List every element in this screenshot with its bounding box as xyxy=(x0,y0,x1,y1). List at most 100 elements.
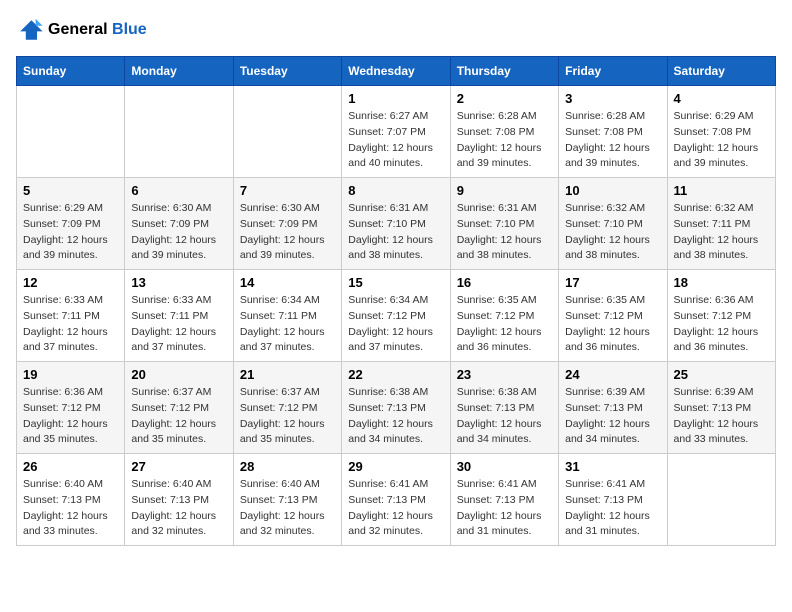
calendar-cell: 21 Sunrise: 6:37 AMSunset: 7:12 PMDayligh… xyxy=(233,362,341,454)
day-detail: Sunrise: 6:29 AMSunset: 7:09 PMDaylight:… xyxy=(23,201,118,264)
day-detail: Sunrise: 6:41 AMSunset: 7:13 PMDaylight:… xyxy=(457,477,552,540)
calendar-cell: 24 Sunrise: 6:39 AMSunset: 7:13 PMDayligh… xyxy=(559,362,667,454)
calendar-cell: 27Sunrise: 6:40 AMSunset: 7:13 PMDayligh… xyxy=(125,454,233,546)
day-detail: Sunrise: 6:31 AMSunset: 7:10 PMDaylight:… xyxy=(348,201,443,264)
day-detail: Sunrise: 6:38 AMSunset: 7:13 PMDaylight:… xyxy=(457,385,552,448)
day-number: 8 xyxy=(348,183,443,198)
calendar-cell: 25 Sunrise: 6:39 AMSunset: 7:13 PMDayligh… xyxy=(667,362,775,454)
calendar-cell: 7Sunrise: 6:30 AMSunset: 7:09 PMDaylight… xyxy=(233,178,341,270)
day-number: 22 xyxy=(348,367,443,382)
day-detail: Sunrise: 6:40 AMSunset: 7:13 PMDaylight:… xyxy=(23,477,118,540)
day-number: 21 xyxy=(240,367,335,382)
day-number: 31 xyxy=(565,459,660,474)
day-detail: Sunrise: 6:41 AMSunset: 7:13 PMDaylight:… xyxy=(565,477,660,540)
calendar-table: SundayMondayTuesdayWednesdayThursdayFrid… xyxy=(16,56,776,546)
day-number: 4 xyxy=(674,91,769,106)
day-number: 18 xyxy=(674,275,769,290)
day-detail: Sunrise: 6:33 AMSunset: 7:11 PMDaylight:… xyxy=(131,293,226,356)
calendar-cell: 31 Sunrise: 6:41 AMSunset: 7:13 PMDayligh… xyxy=(559,454,667,546)
day-detail: Sunrise: 6:36 AMSunset: 7:12 PMDaylight:… xyxy=(23,385,118,448)
calendar-cell: 4 Sunrise: 6:29 AMSunset: 7:08 PMDaylight… xyxy=(667,86,775,178)
calendar-cell xyxy=(17,86,125,178)
weekday-header: Friday xyxy=(559,57,667,86)
day-detail: Sunrise: 6:34 AMSunset: 7:12 PMDaylight:… xyxy=(348,293,443,356)
calendar-cell: 8 Sunrise: 6:31 AMSunset: 7:10 PMDaylight… xyxy=(342,178,450,270)
day-number: 14 xyxy=(240,275,335,290)
day-number: 19 xyxy=(23,367,118,382)
calendar-cell: 26 Sunrise: 6:40 AMSunset: 7:13 PMDayligh… xyxy=(17,454,125,546)
calendar-cell: 30 Sunrise: 6:41 AMSunset: 7:13 PMDayligh… xyxy=(450,454,558,546)
day-detail: Sunrise: 6:34 AMSunset: 7:11 PMDaylight:… xyxy=(240,293,335,356)
day-number: 24 xyxy=(565,367,660,382)
day-detail: Sunrise: 6:41 AMSunset: 7:13 PMDaylight:… xyxy=(348,477,443,540)
calendar-week-row: 26 Sunrise: 6:40 AMSunset: 7:13 PMDayligh… xyxy=(17,454,776,546)
calendar-cell: 6Sunrise: 6:30 AMSunset: 7:09 PMDaylight… xyxy=(125,178,233,270)
day-number: 12 xyxy=(23,275,118,290)
day-number: 6 xyxy=(131,183,226,198)
calendar-cell: 16Sunrise: 6:35 AMSunset: 7:12 PMDayligh… xyxy=(450,270,558,362)
day-detail: Sunrise: 6:38 AMSunset: 7:13 PMDaylight:… xyxy=(348,385,443,448)
day-detail: Sunrise: 6:39 AMSunset: 7:13 PMDaylight:… xyxy=(674,385,769,448)
calendar-cell: 9 Sunrise: 6:31 AMSunset: 7:10 PMDaylight… xyxy=(450,178,558,270)
calendar-cell xyxy=(233,86,341,178)
day-detail: Sunrise: 6:32 AMSunset: 7:10 PMDaylight:… xyxy=(565,201,660,264)
calendar-week-row: 12 Sunrise: 6:33 AMSunset: 7:11 PMDayligh… xyxy=(17,270,776,362)
day-number: 26 xyxy=(23,459,118,474)
day-detail: Sunrise: 6:29 AMSunset: 7:08 PMDaylight:… xyxy=(674,109,769,172)
logo: General Blue xyxy=(16,16,147,44)
day-number: 5 xyxy=(23,183,118,198)
logo-text: General Blue xyxy=(48,21,147,39)
day-detail: Sunrise: 6:31 AMSunset: 7:10 PMDaylight:… xyxy=(457,201,552,264)
day-detail: Sunrise: 6:35 AMSunset: 7:12 PMDaylight:… xyxy=(565,293,660,356)
calendar-cell: 12 Sunrise: 6:33 AMSunset: 7:11 PMDayligh… xyxy=(17,270,125,362)
day-number: 7 xyxy=(240,183,335,198)
day-detail: Sunrise: 6:28 AMSunset: 7:08 PMDaylight:… xyxy=(565,109,660,172)
calendar-cell: 14 Sunrise: 6:34 AMSunset: 7:11 PMDayligh… xyxy=(233,270,341,362)
calendar-cell: 28 Sunrise: 6:40 AMSunset: 7:13 PMDayligh… xyxy=(233,454,341,546)
day-detail: Sunrise: 6:28 AMSunset: 7:08 PMDaylight:… xyxy=(457,109,552,172)
weekday-header: Monday xyxy=(125,57,233,86)
day-number: 29 xyxy=(348,459,443,474)
weekday-header: Thursday xyxy=(450,57,558,86)
logo-icon xyxy=(16,16,44,44)
calendar-cell: 19 Sunrise: 6:36 AMSunset: 7:12 PMDayligh… xyxy=(17,362,125,454)
day-number: 15 xyxy=(348,275,443,290)
day-number: 30 xyxy=(457,459,552,474)
day-number: 9 xyxy=(457,183,552,198)
calendar-cell: 29 Sunrise: 6:41 AMSunset: 7:13 PMDayligh… xyxy=(342,454,450,546)
weekday-header-row: SundayMondayTuesdayWednesdayThursdayFrid… xyxy=(17,57,776,86)
day-number: 28 xyxy=(240,459,335,474)
day-number: 13 xyxy=(131,275,226,290)
day-number: 3 xyxy=(565,91,660,106)
calendar-cell: 23 Sunrise: 6:38 AMSunset: 7:13 PMDayligh… xyxy=(450,362,558,454)
day-detail: Sunrise: 6:39 AMSunset: 7:13 PMDaylight:… xyxy=(565,385,660,448)
calendar-week-row: 1 Sunrise: 6:27 AMSunset: 7:07 PMDaylight… xyxy=(17,86,776,178)
day-detail: Sunrise: 6:27 AMSunset: 7:07 PMDaylight:… xyxy=(348,109,443,172)
day-detail: Sunrise: 6:37 AMSunset: 7:12 PMDaylight:… xyxy=(131,385,226,448)
day-detail: Sunrise: 6:40 AMSunset: 7:13 PMDaylight:… xyxy=(240,477,335,540)
calendar-cell: 5 Sunrise: 6:29 AMSunset: 7:09 PMDaylight… xyxy=(17,178,125,270)
day-number: 23 xyxy=(457,367,552,382)
day-detail: Sunrise: 6:36 AMSunset: 7:12 PMDaylight:… xyxy=(674,293,769,356)
day-detail: Sunrise: 6:32 AMSunset: 7:11 PMDaylight:… xyxy=(674,201,769,264)
weekday-header: Sunday xyxy=(17,57,125,86)
weekday-header: Tuesday xyxy=(233,57,341,86)
day-detail: Sunrise: 6:37 AMSunset: 7:12 PMDaylight:… xyxy=(240,385,335,448)
calendar-cell: 1 Sunrise: 6:27 AMSunset: 7:07 PMDaylight… xyxy=(342,86,450,178)
day-number: 17 xyxy=(565,275,660,290)
day-number: 25 xyxy=(674,367,769,382)
calendar-cell: 10Sunrise: 6:32 AMSunset: 7:10 PMDayligh… xyxy=(559,178,667,270)
day-number: 1 xyxy=(348,91,443,106)
calendar-week-row: 19 Sunrise: 6:36 AMSunset: 7:12 PMDayligh… xyxy=(17,362,776,454)
page-header: General Blue xyxy=(16,16,776,44)
calendar-cell: 13 Sunrise: 6:33 AMSunset: 7:11 PMDayligh… xyxy=(125,270,233,362)
weekday-header: Wednesday xyxy=(342,57,450,86)
day-number: 11 xyxy=(674,183,769,198)
day-detail: Sunrise: 6:33 AMSunset: 7:11 PMDaylight:… xyxy=(23,293,118,356)
day-number: 20 xyxy=(131,367,226,382)
calendar-cell: 11 Sunrise: 6:32 AMSunset: 7:11 PMDayligh… xyxy=(667,178,775,270)
calendar-cell: 22 Sunrise: 6:38 AMSunset: 7:13 PMDayligh… xyxy=(342,362,450,454)
calendar-cell xyxy=(667,454,775,546)
calendar-cell: 17 Sunrise: 6:35 AMSunset: 7:12 PMDayligh… xyxy=(559,270,667,362)
calendar-cell: 15 Sunrise: 6:34 AMSunset: 7:12 PMDayligh… xyxy=(342,270,450,362)
